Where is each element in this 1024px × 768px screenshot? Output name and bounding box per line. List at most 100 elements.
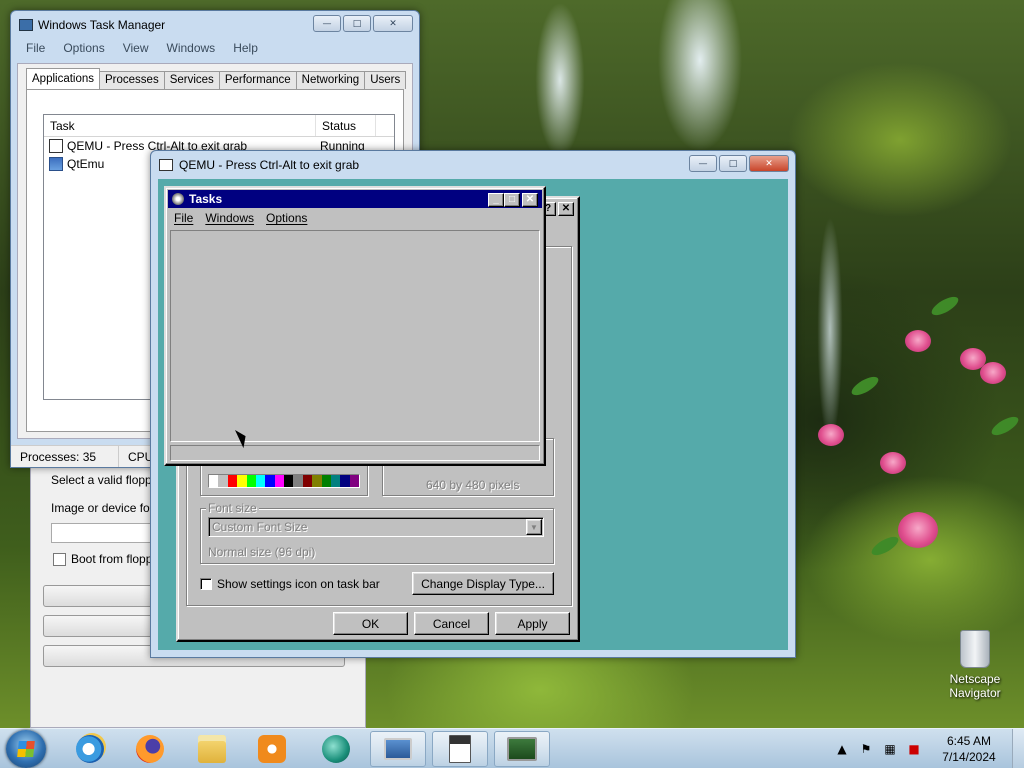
- menu-windows[interactable]: Windows: [205, 211, 254, 225]
- close-icon: ✕: [389, 18, 397, 29]
- show-desktop-button[interactable]: [1012, 729, 1024, 768]
- ok-button[interactable]: OK: [333, 612, 408, 635]
- volume-muted-icon[interactable]: ■: [906, 741, 922, 757]
- taskbar-qtemu[interactable]: [308, 731, 364, 767]
- palette-swatch: [209, 475, 219, 487]
- tab-performance[interactable]: Performance: [218, 71, 297, 89]
- firefox-icon: [136, 735, 164, 763]
- window-title: Tasks: [189, 192, 223, 206]
- qtemu-icon: [49, 157, 63, 171]
- task-manager-icon: [172, 193, 184, 205]
- minimize-button[interactable]: _: [488, 193, 504, 207]
- maximize-button[interactable]: □: [504, 193, 520, 207]
- window-title: Windows Task Manager: [38, 18, 166, 32]
- clock-time: 6:45 AM: [946, 734, 992, 748]
- minimize-button[interactable]: —: [313, 15, 341, 32]
- image-device-label: Image or device for: [51, 501, 154, 515]
- clock[interactable]: 6:45 AM 7/14/2024: [926, 733, 1012, 765]
- close-button[interactable]: ✕: [558, 202, 574, 216]
- maximize-button[interactable]: □: [343, 15, 371, 32]
- qtemu-icon: [322, 735, 350, 763]
- taskbar-file-explorer[interactable]: [184, 731, 240, 767]
- start-button[interactable]: [6, 730, 46, 768]
- taskbar-firefox[interactable]: [122, 731, 178, 767]
- taskbar-qemu-window[interactable]: [370, 731, 426, 767]
- document-icon: [449, 735, 471, 763]
- palette-swatch: [302, 475, 313, 487]
- maximize-icon: □: [728, 158, 738, 169]
- boot-floppy-checkbox[interactable]: [53, 553, 66, 566]
- minimize-icon: —: [322, 18, 332, 29]
- process-count: Processes: 35: [11, 446, 119, 467]
- palette-swatch: [330, 475, 341, 487]
- palette-swatch: [321, 475, 331, 487]
- action-center-flag-icon[interactable]: ⚑: [858, 741, 874, 757]
- taskbar-media-player[interactable]: [244, 731, 300, 767]
- font-size-value: Custom Font Size: [212, 520, 308, 534]
- taskbar-document[interactable]: [432, 731, 488, 767]
- task-manager-icon: [19, 19, 33, 31]
- column-task[interactable]: Task: [44, 115, 316, 136]
- tasks-client-area[interactable]: [170, 230, 540, 442]
- close-button[interactable]: ✕: [522, 193, 538, 207]
- palette-swatch: [265, 475, 275, 487]
- show-icon-label: Show settings icon on task bar: [217, 577, 380, 591]
- palette-swatch: [284, 475, 294, 487]
- change-display-type-button[interactable]: Change Display Type...: [412, 572, 554, 595]
- minimize-icon: —: [698, 158, 708, 169]
- tab-strip: Applications Processes Services Performa…: [26, 68, 407, 90]
- boot-floppy-label: Boot from floppy: [71, 552, 159, 566]
- color-palette: [208, 474, 360, 488]
- maximize-button[interactable]: □: [719, 155, 747, 172]
- desktop-icon-netscape[interactable]: Netscape Navigator: [940, 630, 1010, 700]
- tab-applications[interactable]: Applications: [26, 68, 101, 90]
- close-button[interactable]: ✕: [373, 15, 413, 32]
- minimize-button[interactable]: —: [689, 155, 717, 172]
- tasks-menu-bar: File Windows Options: [174, 211, 307, 225]
- palette-swatch: [255, 475, 266, 487]
- menu-file[interactable]: File: [174, 211, 193, 225]
- menu-windows[interactable]: Windows: [167, 41, 216, 61]
- apply-button[interactable]: Apply: [495, 612, 570, 635]
- palette-swatch: [218, 475, 228, 487]
- clock-date: 7/14/2024: [942, 750, 996, 764]
- network-icon[interactable]: ▦: [882, 741, 898, 757]
- file-explorer-icon: [198, 735, 226, 763]
- qemu-display-icon: [384, 738, 412, 760]
- chevron-down-icon: ▼: [526, 519, 542, 535]
- wallpaper-leaf: [849, 373, 881, 399]
- tab-users[interactable]: Users: [364, 71, 407, 89]
- menu-bar: File Options View Windows Help: [17, 41, 258, 61]
- show-hidden-icons-icon[interactable]: ▲: [834, 741, 850, 757]
- tab-networking[interactable]: Networking: [295, 71, 366, 89]
- window-icon: [49, 139, 63, 153]
- wallpaper-flower: [818, 424, 844, 446]
- palette-swatch: [237, 475, 247, 487]
- show-icon-checkbox[interactable]: [200, 578, 212, 590]
- wallpaper-leaf: [869, 533, 901, 559]
- tab-services[interactable]: Services: [163, 71, 220, 89]
- tasks-titlebar[interactable]: Tasks _ □ ✕: [168, 190, 542, 208]
- tab-processes[interactable]: Processes: [99, 71, 165, 89]
- wallpaper-leaf: [989, 413, 1021, 439]
- floppy-label: Select a valid floppy: [51, 473, 158, 487]
- menu-view[interactable]: View: [123, 41, 149, 61]
- tasks-window: Tasks _ □ ✕ File Windows Options: [164, 186, 546, 466]
- font-size-select[interactable]: Custom Font Size ▼: [208, 517, 544, 537]
- taskbar-task-manager[interactable]: [494, 731, 550, 767]
- taskbar-internet-explorer[interactable]: [62, 731, 118, 767]
- menu-options[interactable]: Options: [63, 41, 104, 61]
- cancel-button[interactable]: Cancel: [414, 612, 489, 635]
- font-size-label: Font size: [206, 501, 259, 515]
- desktop-icon-label: Netscape Navigator: [949, 672, 1001, 700]
- menu-help[interactable]: Help: [233, 41, 258, 61]
- palette-swatch: [246, 475, 256, 487]
- wallpaper-leaf: [929, 293, 961, 319]
- close-button[interactable]: ✕: [749, 155, 789, 172]
- taskbar: ▲ ⚑ ▦ ■ 6:45 AM 7/14/2024: [0, 728, 1024, 768]
- menu-options[interactable]: Options: [266, 211, 307, 225]
- palette-swatch: [349, 475, 359, 487]
- column-status[interactable]: Status: [316, 115, 376, 136]
- menu-file[interactable]: File: [26, 41, 45, 61]
- task-list-header: Task Status: [44, 115, 394, 137]
